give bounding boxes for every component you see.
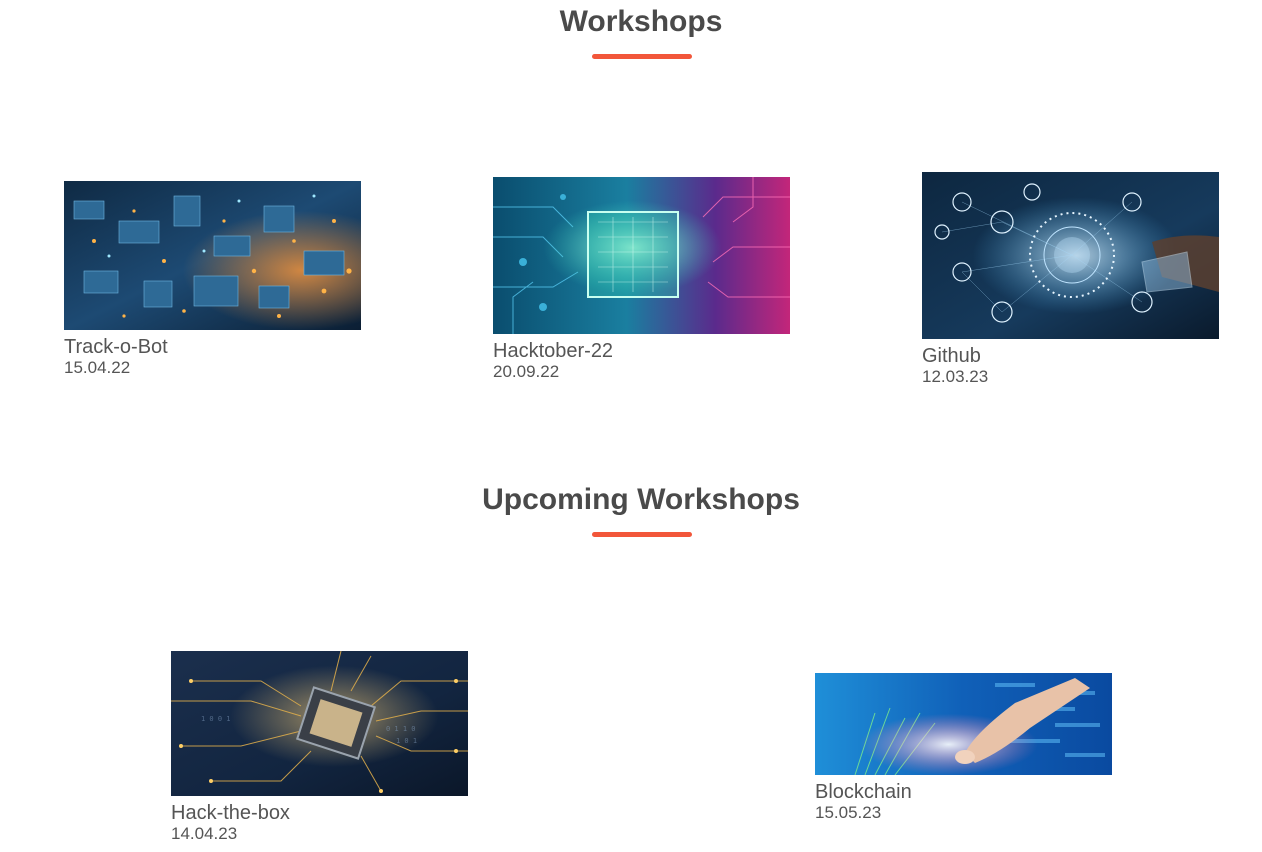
workshop-card-track-o-bot[interactable]: Track-o-Bot 15.04.22 <box>64 181 361 378</box>
workshop-date: 14.04.23 <box>171 824 238 843</box>
workshop-name[interactable]: Github <box>922 345 1219 367</box>
workshop-card-hacktober-22[interactable]: Hacktober-22 20.09.22 <box>493 177 790 382</box>
upcoming-heading-underline <box>592 532 692 537</box>
workshop-name[interactable]: Track-o-Bot <box>64 336 361 358</box>
workshop-date: 20.09.22 <box>493 362 560 381</box>
golden-chip-image[interactable]: 0 1 1 0 1 0 1 1 0 0 1 <box>171 651 468 796</box>
svg-text:1 0 0 1: 1 0 0 1 <box>201 715 231 723</box>
workshop-name[interactable]: Blockchain <box>815 781 1112 803</box>
workshops-heading-underline <box>592 54 692 59</box>
svg-text:1 0 1: 1 0 1 <box>396 737 417 745</box>
workshop-date: 15.05.23 <box>815 803 882 822</box>
workshop-card-hack-the-box[interactable]: 0 1 1 0 1 0 1 1 0 0 1 Hack-the-box 14.04.… <box>171 651 468 844</box>
circuit-city-image[interactable] <box>64 181 361 330</box>
svg-text:0 1 1 0: 0 1 1 0 <box>386 725 416 733</box>
workshop-date: 12.03.23 <box>922 367 989 386</box>
processor-chip-image[interactable] <box>493 177 790 334</box>
workshop-date: 15.04.22 <box>64 358 131 377</box>
workshop-card-github[interactable]: Github 12.03.23 <box>922 172 1219 387</box>
workshop-name[interactable]: Hack-the-box <box>171 802 468 824</box>
workshop-name[interactable]: Hacktober-22 <box>493 340 790 362</box>
workshop-card-blockchain[interactable]: Blockchain 15.05.23 <box>815 673 1112 823</box>
upcoming-workshops-heading: Upcoming Workshops <box>482 483 800 516</box>
fiber-optic-image[interactable] <box>815 673 1112 775</box>
network-touch-image[interactable] <box>922 172 1219 339</box>
workshops-heading: Workshops <box>559 5 723 38</box>
